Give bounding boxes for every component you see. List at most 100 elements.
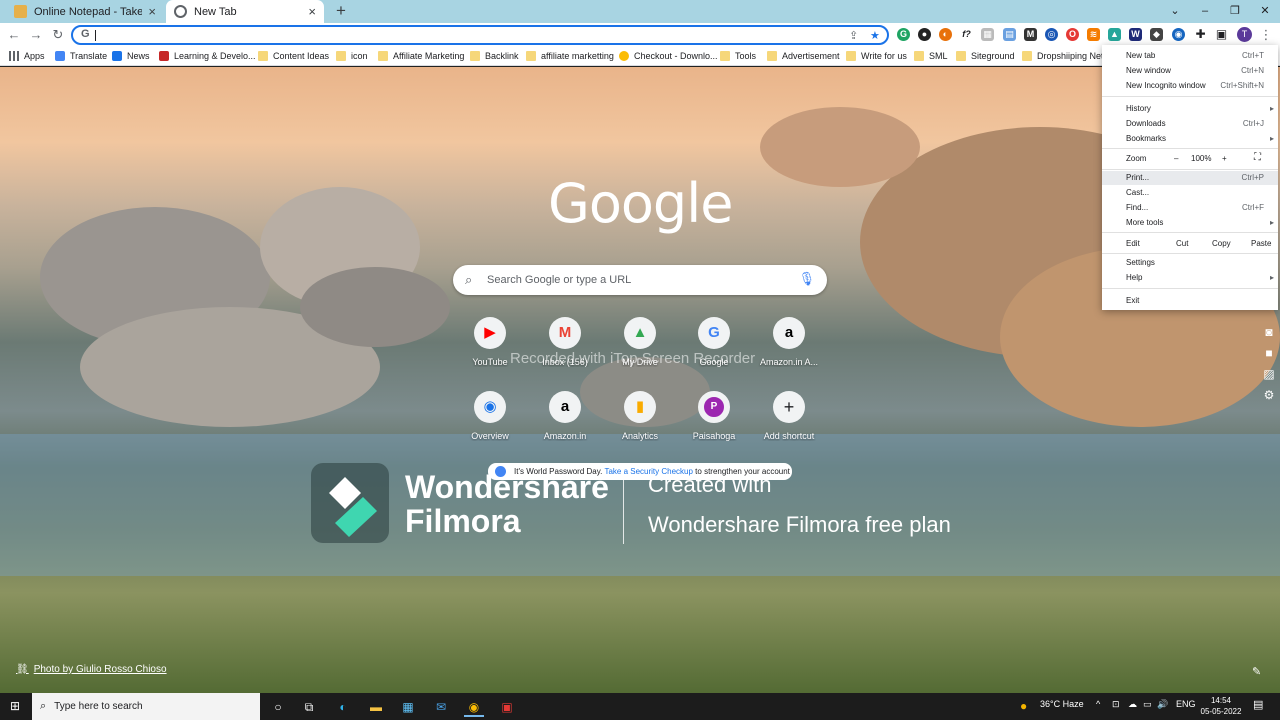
back-button[interactable]: ← — [5, 26, 23, 44]
windows-start-icon[interactable]: ⊞ — [10, 699, 20, 713]
bookmark-folder[interactable]: SML — [914, 49, 948, 63]
gear-icon[interactable]: ⚙ — [1260, 386, 1278, 404]
weather-text[interactable]: 36°C Haze — [1040, 699, 1084, 709]
microphone-icon[interactable]: 🎙 — [798, 271, 815, 287]
extension-icon[interactable]: ◉ — [1172, 28, 1185, 41]
system-clock[interactable]: 14:54 05-05-2022 — [1197, 695, 1245, 717]
menu-item-new-window[interactable]: New window Ctrl+N — [1102, 64, 1278, 78]
close-tab-icon[interactable]: × — [308, 4, 316, 19]
tab-new-tab[interactable]: New Tab × — [166, 0, 324, 23]
menu-item-bookmarks[interactable]: Bookmarks ▸ — [1102, 132, 1278, 146]
shortcut-amazon[interactable]: a Amazon.in — [525, 391, 605, 441]
side-panel-icon[interactable]: ▣ — [1215, 28, 1228, 41]
bookmark-folder[interactable]: Siteground — [956, 49, 1015, 63]
menu-item-cast[interactable]: Cast... — [1102, 186, 1278, 200]
shortcut-amazon-a[interactable]: a Amazon.in A... — [749, 317, 829, 367]
chrome-menu-icon[interactable]: ⋮ — [1257, 26, 1275, 44]
extension-icon[interactable]: M — [1024, 28, 1037, 41]
taskbar-search-box[interactable]: ⌕ Type here to search — [32, 693, 260, 720]
menu-item-new-tab[interactable]: New tab Ctrl+T — [1102, 49, 1278, 63]
file-explorer-icon[interactable]: ▬ — [366, 697, 386, 717]
forward-button[interactable]: → — [27, 26, 45, 44]
bookmark-translate[interactable]: Translate — [55, 49, 107, 63]
rss-extension-icon[interactable]: ≋ — [1087, 28, 1100, 41]
close-window-button[interactable]: ✕ — [1250, 0, 1280, 23]
menu-item-new-incognito[interactable]: New Incognito window Ctrl+Shift+N — [1102, 79, 1278, 93]
extension-icon[interactable]: ◐ — [939, 28, 952, 41]
mail-icon[interactable]: ✉ — [431, 697, 451, 717]
menu-item-downloads[interactable]: Downloads Ctrl+J — [1102, 117, 1278, 131]
grammarly-extension-icon[interactable]: G — [897, 28, 910, 41]
copy-button[interactable]: Copy — [1212, 239, 1231, 248]
menu-item-help[interactable]: Help ▸ — [1102, 271, 1278, 285]
menu-item-exit[interactable]: Exit — [1102, 294, 1278, 308]
share-icon[interactable]: ⇪ — [849, 29, 858, 42]
address-bar[interactable]: G ⇪ ★ — [71, 25, 889, 45]
bookmark-folder[interactable]: Tools — [720, 49, 756, 63]
bookmark-news[interactable]: News — [112, 49, 150, 63]
camera-icon[interactable]: ◙ — [1260, 323, 1278, 341]
close-tab-icon[interactable]: × — [148, 4, 156, 19]
cut-button[interactable]: Cut — [1176, 239, 1188, 248]
record-extension-icon[interactable]: ● — [918, 28, 931, 41]
customize-pencil-icon[interactable]: ✎ — [1252, 665, 1261, 678]
add-shortcut-button[interactable]: + Add shortcut — [749, 391, 829, 441]
extension-icon[interactable]: O — [1066, 28, 1079, 41]
menu-item-print[interactable]: Print... Ctrl+P — [1102, 171, 1278, 185]
screen-recorder-icon[interactable]: ▣ — [497, 697, 517, 717]
bookmark-folder[interactable]: Dropshiiping Netw — [1022, 49, 1110, 63]
volume-icon[interactable]: 🔊 — [1157, 699, 1168, 710]
show-hidden-icons-icon[interactable]: ^ — [1096, 699, 1100, 709]
bookmark-star-icon[interactable]: ★ — [870, 29, 880, 42]
bookmark-folder[interactable]: Backlink — [470, 49, 519, 63]
profile-avatar[interactable]: T — [1237, 27, 1252, 42]
bookmark-folder[interactable]: Affiliate Marketing — [378, 49, 464, 63]
bookmark-checkout[interactable]: Checkout - Downlo... — [619, 49, 718, 63]
shortcut-overview[interactable]: ◉ Overview — [450, 391, 530, 441]
bookmark-learning[interactable]: Learning & Develo... — [159, 49, 256, 63]
extension-icon[interactable]: W — [1129, 28, 1142, 41]
bookmark-folder[interactable]: Write for us — [846, 49, 907, 63]
new-tab-button[interactable]: + — [332, 2, 350, 21]
search-box[interactable]: ⌕ Search Google or type a URL 🎙 — [453, 265, 827, 295]
bookmark-folder[interactable]: affiliate marketting — [526, 49, 614, 63]
extension-icon[interactable]: ▤ — [1003, 28, 1016, 41]
shortcut-analytics[interactable]: ▮ Analytics — [600, 391, 680, 441]
chrome-taskbar-icon[interactable]: ◉ — [464, 697, 484, 717]
video-icon[interactable]: ■ — [1260, 344, 1278, 362]
gallery-icon[interactable]: ▨ — [1260, 365, 1278, 383]
function-extension-icon[interactable]: f? — [960, 28, 973, 41]
task-view-icon[interactable]: ⧉ — [299, 697, 319, 717]
bookmark-folder[interactable]: Content Ideas — [258, 49, 329, 63]
edge-icon[interactable]: ◐ — [333, 697, 353, 717]
zoom-in-button[interactable]: + — [1222, 154, 1227, 163]
menu-item-more-tools[interactable]: More tools ▸ — [1102, 216, 1278, 230]
bookmark-folder[interactable]: icon — [336, 49, 368, 63]
cortana-icon[interactable]: ○ — [268, 697, 288, 717]
extensions-puzzle-icon[interactable]: ✚ — [1194, 28, 1207, 41]
fullscreen-icon[interactable]: ⛶ — [1254, 152, 1261, 163]
extension-icon[interactable]: ▦ — [981, 28, 994, 41]
maximize-button[interactable]: ❐ — [1220, 0, 1250, 23]
extension-icon[interactable]: ◎ — [1045, 28, 1058, 41]
paste-button[interactable]: Paste — [1251, 239, 1271, 248]
minimize-button[interactable]: – — [1190, 0, 1220, 23]
language-indicator[interactable]: ENG — [1176, 699, 1196, 709]
bookmark-folder[interactable]: Advertisement — [767, 49, 840, 63]
menu-item-find[interactable]: Find... Ctrl+F — [1102, 201, 1278, 215]
zoom-out-button[interactable]: – — [1174, 154, 1178, 163]
extension-icon[interactable]: ◆ — [1150, 28, 1163, 41]
microsoft-store-icon[interactable]: ▦ — [398, 697, 418, 717]
shortcut-paisahoga[interactable]: P Paisahoga — [674, 391, 754, 441]
menu-item-history[interactable]: History ▸ — [1102, 102, 1278, 116]
notifications-icon[interactable]: ▤ — [1253, 698, 1263, 711]
photo-credit-link[interactable]: ⛓ Photo by Giulio Rosso Chioso — [16, 664, 167, 675]
extension-icon[interactable]: ▲ — [1108, 28, 1121, 41]
tab-search-icon[interactable]: ⌄ — [1160, 0, 1190, 23]
edit-tray-icon[interactable]: ⊡ — [1112, 699, 1120, 710]
tab-online-notepad[interactable]: Online Notepad - Take Notes and × — [6, 0, 164, 23]
network-icon[interactable]: ▭ — [1143, 699, 1152, 710]
bookmark-apps[interactable]: Apps — [9, 49, 45, 63]
reload-button[interactable]: ↻ — [49, 26, 67, 44]
menu-item-settings[interactable]: Settings — [1102, 256, 1278, 270]
